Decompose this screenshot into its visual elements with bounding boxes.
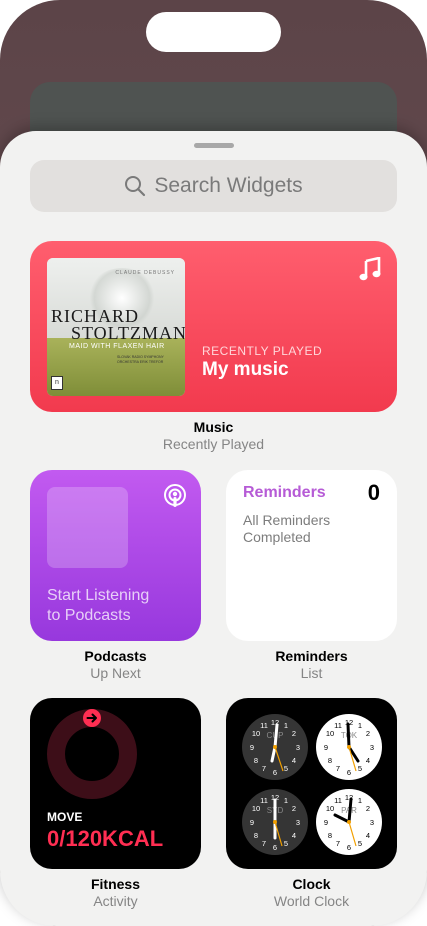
svg-text:1: 1 xyxy=(284,796,288,805)
svg-text:8: 8 xyxy=(254,756,258,765)
music-note-icon xyxy=(359,257,381,281)
podcasts-widget-caption: Podcasts Up Next xyxy=(84,648,147,681)
podcasts-icon xyxy=(164,484,186,507)
search-widgets-field[interactable]: Search Widgets xyxy=(30,160,397,212)
svg-text:8: 8 xyxy=(328,831,332,840)
svg-text:9: 9 xyxy=(250,743,254,752)
playlist-name: My music xyxy=(202,359,289,380)
svg-text:5: 5 xyxy=(284,839,288,848)
clock-face-syd: SYD 121234567891011 xyxy=(242,789,308,855)
svg-text:9: 9 xyxy=(250,818,254,827)
svg-text:9: 9 xyxy=(324,743,328,752)
svg-text:3: 3 xyxy=(296,743,300,752)
search-icon xyxy=(125,176,146,197)
podcast-artwork-placeholder xyxy=(47,487,128,568)
svg-text:3: 3 xyxy=(370,818,374,827)
album-artist: RICHARD STOLTZMAN xyxy=(51,306,185,343)
reminders-widget-caption: Reminders List xyxy=(275,648,348,681)
svg-text:10: 10 xyxy=(326,804,334,813)
svg-text:11: 11 xyxy=(334,721,342,730)
svg-text:5: 5 xyxy=(284,764,288,773)
clock-widget-caption: Clock World Clock xyxy=(273,876,350,909)
album-artwork: CLAUDE DEBUSSY RICHARD STOLTZMAN MAID WI… xyxy=(47,258,185,396)
reminders-count: 0 xyxy=(367,480,380,505)
svg-text:7: 7 xyxy=(336,839,340,848)
clock-face-tok: TOK 121234567891011 xyxy=(316,714,382,780)
svg-text:10: 10 xyxy=(252,804,260,813)
svg-text:11: 11 xyxy=(334,796,342,805)
album-composer: CLAUDE DEBUSSY xyxy=(115,270,175,276)
svg-text:6: 6 xyxy=(347,843,351,852)
svg-text:7: 7 xyxy=(336,764,340,773)
svg-text:2: 2 xyxy=(292,729,296,738)
reminders-widget[interactable]: Reminders 0 All Reminders Completed xyxy=(226,470,397,641)
svg-text:2: 2 xyxy=(366,804,370,813)
podcasts-widget[interactable]: Start Listening to Podcasts xyxy=(30,470,201,641)
svg-text:3: 3 xyxy=(296,818,300,827)
reminders-status: All Reminders Completed xyxy=(243,512,331,545)
clock-face-cup: CUP 121234567891011 xyxy=(242,714,308,780)
svg-text:4: 4 xyxy=(292,831,296,840)
svg-text:4: 4 xyxy=(366,831,370,840)
podcasts-empty-prompt: Start Listening to Podcasts xyxy=(47,587,150,624)
dynamic-island xyxy=(146,12,281,52)
svg-text:7: 7 xyxy=(262,839,266,848)
svg-text:10: 10 xyxy=(252,729,260,738)
fitness-widget-caption: Fitness Activity xyxy=(90,876,140,909)
svg-text:2: 2 xyxy=(292,804,296,813)
svg-text:2: 2 xyxy=(366,729,370,738)
svg-text:6: 6 xyxy=(347,768,351,777)
svg-text:4: 4 xyxy=(292,756,296,765)
music-widget-caption: Music Recently Played xyxy=(162,419,265,452)
svg-text:1: 1 xyxy=(358,721,362,730)
reminders-title: Reminders xyxy=(243,484,326,501)
recently-played-label: RECENTLY PLAYED xyxy=(202,344,323,358)
clock-face-par: PAR 121234567891011 xyxy=(316,789,382,855)
svg-text:7: 7 xyxy=(262,764,266,773)
label-logo: n xyxy=(51,376,63,390)
svg-text:8: 8 xyxy=(254,831,258,840)
world-clock-widget[interactable]: CUP 121234567891011 TOK 121234567891011 … xyxy=(226,698,397,869)
svg-text:3: 3 xyxy=(370,743,374,752)
move-ring xyxy=(47,709,137,799)
svg-text:1: 1 xyxy=(358,796,362,805)
svg-text:11: 11 xyxy=(260,721,268,730)
svg-text:6: 6 xyxy=(273,843,277,852)
move-value: 0/120KCAL xyxy=(47,826,164,851)
sheet-grabber[interactable] xyxy=(194,143,234,148)
album-title: MAID WITH FLAXEN HAIR xyxy=(69,343,165,350)
svg-text:4: 4 xyxy=(366,756,370,765)
svg-text:5: 5 xyxy=(358,764,362,773)
fitness-widget[interactable]: MOVE 0/120KCAL xyxy=(30,698,201,869)
search-placeholder: Search Widgets xyxy=(154,174,303,197)
music-widget[interactable]: CLAUDE DEBUSSY RICHARD STOLTZMAN MAID WI… xyxy=(30,241,397,412)
home-screen: Search Widgets CLAUDE DEBUSSY RICHARD ST… xyxy=(0,0,427,926)
svg-text:11: 11 xyxy=(260,796,268,805)
move-label: MOVE xyxy=(47,810,83,824)
album-orchestra: SLOVAK RADIO SYMPHONY ORCHESTRA ERIK TRE… xyxy=(117,355,164,364)
svg-text:8: 8 xyxy=(328,756,332,765)
svg-text:6: 6 xyxy=(273,768,277,777)
svg-text:1: 1 xyxy=(284,721,288,730)
svg-text:10: 10 xyxy=(326,729,334,738)
svg-text:9: 9 xyxy=(324,818,328,827)
svg-text:5: 5 xyxy=(358,839,362,848)
